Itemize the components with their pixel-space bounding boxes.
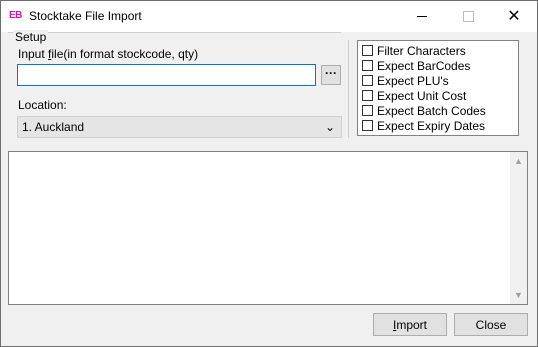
checkbox[interactable] [362, 75, 373, 86]
close-icon: ✕ [507, 7, 521, 25]
location-label: Location: [18, 98, 67, 112]
maximize-button[interactable] [445, 1, 491, 32]
location-select[interactable]: 1. Auckland ⌄ [17, 116, 342, 138]
vertical-divider [348, 40, 349, 138]
checkbox[interactable] [362, 90, 373, 101]
location-selected-value: 1. Auckland [22, 120, 85, 134]
option-label: Expect Expiry Dates [377, 118, 486, 133]
options-list: Filter Characters Expect BarCodes Expect… [357, 40, 519, 136]
app-logo-icon: EB [9, 10, 22, 21]
option-expect-barcodes[interactable]: Expect BarCodes [362, 58, 470, 73]
close-window-button[interactable]: ✕ [491, 1, 537, 32]
minimize-icon [417, 16, 427, 17]
option-label: Expect BarCodes [377, 58, 471, 73]
checkbox[interactable] [362, 60, 373, 71]
input-label-rest: ile(in format stockcode, qty) [51, 47, 199, 61]
checkbox[interactable] [362, 105, 373, 116]
input-label-prefix: Input [18, 47, 49, 61]
title-bar: EB Stocktake File Import ✕ [1, 1, 537, 32]
option-expect-unit-cost[interactable]: Expect Unit Cost [362, 88, 466, 103]
minimize-button[interactable] [399, 1, 445, 32]
log-textarea[interactable]: ▲ ▼ [8, 151, 528, 305]
option-label: Expect Unit Cost [377, 88, 467, 103]
vertical-scrollbar[interactable]: ▲ ▼ [510, 152, 527, 304]
option-expect-expiry-dates[interactable]: Expect Expiry Dates [362, 118, 485, 133]
import-button[interactable]: Import [373, 313, 447, 336]
browse-button[interactable]: ··· [321, 65, 341, 85]
import-label-rest: mport [396, 317, 428, 332]
option-expect-batch-codes[interactable]: Expect Batch Codes [362, 103, 486, 118]
setup-legend: Setup [13, 30, 49, 44]
checkbox[interactable] [362, 120, 373, 131]
option-label: Expect Batch Codes [377, 103, 486, 118]
option-label: Expect PLU's [377, 73, 449, 88]
checkbox[interactable] [362, 45, 373, 56]
option-filter-characters[interactable]: Filter Characters [362, 43, 466, 58]
close-button[interactable]: Close [454, 313, 528, 336]
scroll-up-icon[interactable]: ▲ [514, 156, 523, 166]
maximize-icon [462, 11, 474, 22]
scroll-down-icon[interactable]: ▼ [514, 290, 523, 300]
chevron-down-icon: ⌄ [324, 120, 336, 134]
input-file-field[interactable] [17, 64, 316, 86]
window-title: Stocktake File Import [29, 9, 142, 23]
input-file-label: Input file(in format stockcode, qty) [18, 47, 198, 61]
option-expect-plus[interactable]: Expect PLU's [362, 73, 449, 88]
option-label: Filter Characters [377, 43, 466, 58]
